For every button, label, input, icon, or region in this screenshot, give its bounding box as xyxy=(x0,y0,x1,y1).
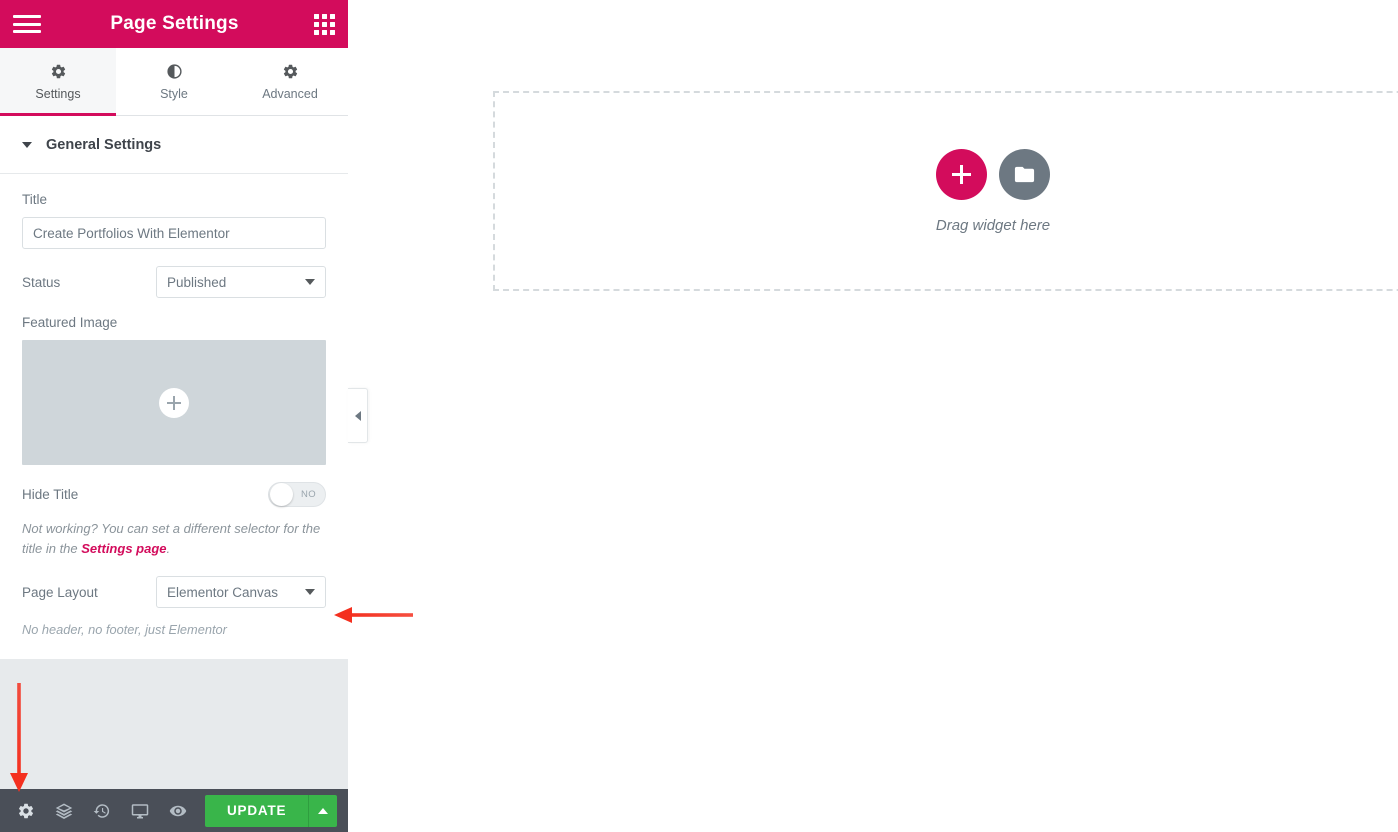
gear-icon xyxy=(50,63,67,80)
gear-icon xyxy=(17,802,35,820)
update-options-button[interactable] xyxy=(308,794,338,827)
preview-button[interactable] xyxy=(159,789,197,832)
status-select[interactable]: Published xyxy=(156,266,326,298)
plus-circle-icon[interactable] xyxy=(159,387,189,418)
page-layout-label: Page Layout xyxy=(22,584,98,600)
panel-header: Page Settings xyxy=(0,0,348,48)
control-featured-image: Featured Image xyxy=(22,315,326,465)
folder-icon xyxy=(1013,163,1036,186)
panel-collapse-handle[interactable] xyxy=(348,388,368,443)
page-layout-select[interactable]: Elementor Canvas xyxy=(156,576,326,608)
hint-text-after: . xyxy=(166,541,171,556)
tab-settings[interactable]: Settings xyxy=(0,48,116,116)
contrast-circle-icon xyxy=(166,63,183,80)
monitor-icon xyxy=(131,802,149,820)
eye-icon xyxy=(169,802,187,820)
hide-title-hint: Not working? You can set a different sel… xyxy=(22,519,326,559)
elementor-editor: Page Settings Settings Style Advanced Ge… xyxy=(0,0,1398,832)
page-layout-selected-value: Elementor Canvas xyxy=(167,584,279,600)
gear-icon xyxy=(282,63,299,80)
drop-zone-text: Drag widget here xyxy=(935,216,1051,234)
layers-icon xyxy=(55,802,73,820)
featured-image-dropzone[interactable] xyxy=(22,340,326,465)
chevron-left-icon xyxy=(354,410,361,421)
add-new-section-button[interactable] xyxy=(936,148,987,200)
title-label: Title xyxy=(22,192,48,207)
update-button-group: UPDATE xyxy=(205,794,338,827)
tab-advanced-label: Advanced xyxy=(262,86,318,101)
responsive-mode-button[interactable] xyxy=(121,789,159,832)
settings-button[interactable] xyxy=(7,789,45,832)
page-title: Page Settings xyxy=(110,13,239,34)
hide-title-label: Hide Title xyxy=(22,487,79,502)
control-status: Status Published xyxy=(22,266,326,298)
control-title: Title xyxy=(22,192,326,249)
panel-empty-area xyxy=(0,659,348,789)
panel-footer-toolbar: UPDATE xyxy=(0,789,348,832)
toggle-state-text: NO xyxy=(300,489,316,500)
editor-canvas: Drag widget here xyxy=(348,0,1398,832)
history-clock-icon xyxy=(93,802,111,820)
panel-tabs: Settings Style Advanced xyxy=(0,48,348,116)
editor-panel: Page Settings Settings Style Advanced Ge… xyxy=(0,0,348,832)
panel-body: Title Status Published Featured Image xyxy=(0,174,348,659)
title-input[interactable] xyxy=(22,217,326,249)
page-layout-description: No header, no footer, just Elementor xyxy=(22,622,227,637)
tab-advanced[interactable]: Advanced xyxy=(232,48,348,115)
featured-image-label: Featured Image xyxy=(22,315,118,330)
hint-text-before: Not working? You can set a different sel… xyxy=(22,521,321,556)
status-selected-value: Published xyxy=(167,274,227,290)
chevron-down-icon xyxy=(305,279,315,285)
settings-page-link[interactable]: Settings page xyxy=(81,541,166,556)
template-library-button[interactable] xyxy=(999,148,1050,200)
hide-title-toggle[interactable]: NO xyxy=(268,482,326,507)
section-general-settings-header[interactable]: General Settings xyxy=(0,116,348,174)
update-button[interactable]: UPDATE xyxy=(205,794,309,827)
tab-style[interactable]: Style xyxy=(116,48,232,115)
control-hide-title: Hide Title NO Not working? You can set a… xyxy=(22,482,326,559)
status-label: Status xyxy=(22,274,61,290)
tab-style-label: Style xyxy=(160,86,188,101)
widgets-grid-icon[interactable] xyxy=(314,13,335,35)
section-title: General Settings xyxy=(46,136,162,153)
caret-up-icon xyxy=(318,807,329,814)
caret-down-icon xyxy=(22,141,32,148)
history-button[interactable] xyxy=(83,789,121,832)
widget-drop-zone[interactable]: Drag widget here xyxy=(493,91,1398,291)
control-page-layout: Page Layout Elementor Canvas No header, … xyxy=(22,576,326,637)
chevron-down-icon xyxy=(305,589,315,595)
toggle-knob xyxy=(270,483,293,506)
navigator-button[interactable] xyxy=(45,789,83,832)
tab-settings-label: Settings xyxy=(35,86,81,101)
drop-zone-actions xyxy=(936,148,1050,200)
